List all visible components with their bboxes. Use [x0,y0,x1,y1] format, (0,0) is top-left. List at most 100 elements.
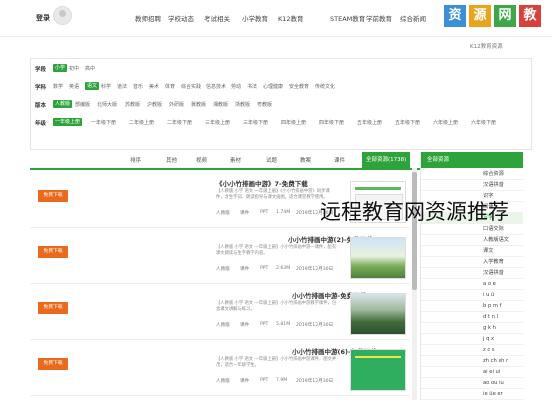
sidebar-item[interactable]: ai ei ui [421,367,523,378]
filter-option[interactable]: 四年级下册 [319,119,344,126]
brand-logo[interactable]: 资源网教 [443,4,543,30]
sidebar-item[interactable]: b p m f [421,301,523,312]
login-link[interactable]: 登录 [36,13,50,23]
scrollbar-thumb[interactable] [412,172,417,290]
meta-size: 2.63M [276,266,291,271]
tab-other[interactable]: 其他 [166,156,177,164]
filter-option[interactable]: 部编版 [75,101,90,108]
user-avatar-icon[interactable] [53,6,72,25]
filter-option[interactable]: 六年级下册 [471,119,496,126]
filter-option[interactable]: 二年级上册 [129,119,154,126]
filter-option[interactable]: 信息技术 [206,83,226,90]
filter-option[interactable]: 外研版 [169,101,184,108]
download-button[interactable]: 免费下载 [38,358,68,370]
brand-char: 资 [443,4,467,28]
result-thumbnail[interactable] [350,293,406,335]
meta-edition: 人教版 [216,379,230,384]
filter-option[interactable]: 小学 [53,64,68,72]
sidebar-item[interactable]: j q x [421,334,523,345]
nav-link[interactable]: 教师招聘 [135,13,161,23]
meta-edition: 人教版 [216,323,230,328]
sidebar-item[interactable]: 汉语拼音 [421,268,523,279]
nav-link[interactable]: K12教育 [278,13,304,23]
filter-option[interactable]: 五年级上册 [357,119,382,126]
meta-type: 课件 [240,379,250,384]
result-desc: 【人教版 小学 语文 一年级上册】《小小竹排画中游》同步课件，含生字词、朗读指导… [216,189,330,200]
sidebar-item[interactable]: g k h [421,323,523,334]
sidebar-item[interactable]: ie üe er [421,389,523,400]
sidebar-item[interactable]: ao ou iu [421,378,523,389]
filter-option[interactable]: 道法 [117,83,127,90]
filter-option[interactable]: 数学 [53,83,63,90]
meta-date: 2019年12月30日 [296,267,334,272]
sidebar-item[interactable]: 汉语拼音 [421,180,523,191]
filter-option[interactable]: 传统文化 [315,83,335,90]
sidebar-item[interactable]: a o e [421,279,523,290]
brand-char: 网 [493,4,517,28]
tab-courseware[interactable]: 课件 [334,156,345,164]
filter-option[interactable]: 沪教版 [147,101,162,108]
sidebar-item[interactable]: z c s [421,345,523,356]
filter-option[interactable]: 心理健康 [263,83,283,90]
filter-option[interactable]: 三年级下册 [243,119,268,126]
filter-option[interactable]: 北师大版 [97,101,117,108]
sidebar-item[interactable]: 课文 [421,246,523,257]
nav-link[interactable]: 小学教育 [242,13,268,23]
nav-link[interactable]: 学前教育 [366,13,392,23]
sidebar-item[interactable]: zh ch sh r [421,356,523,367]
nav-link[interactable]: 综合新闻 [400,13,426,23]
filter-option[interactable]: 书法 [247,83,257,90]
download-button[interactable]: 免费下载 [38,302,68,314]
nav-link[interactable]: 考试相关 [204,13,230,23]
filter-option[interactable]: 科学 [101,83,111,90]
nav-link[interactable]: 学校动态 [168,13,194,23]
result-thumbnail[interactable] [350,237,406,279]
filter-option[interactable]: 浙教版 [235,101,250,108]
nav-link[interactable]: STEAM教育 [330,13,365,23]
filter-option[interactable]: 英语 [69,83,79,90]
filter-option[interactable]: 美术 [149,83,159,90]
filter-option[interactable]: 一年级上册 [53,118,83,126]
tab-exam[interactable]: 试题 [266,156,277,164]
filter-label: 版本 [35,103,47,109]
tab-all[interactable]: 全部资源(1738) [362,152,411,168]
meta-size: 5.81M [276,322,291,327]
filter-option[interactable]: 四年级上册 [281,119,306,126]
sidebar-item[interactable]: 综合资源 [421,169,523,180]
result-title[interactable]: 《小小竹排画中游》7-免费下载 [216,178,308,188]
filter-option[interactable]: 安全教育 [289,83,309,90]
tab-material[interactable]: 素材 [230,156,241,164]
tab-video[interactable]: 视频 [196,156,207,164]
meta-type: 课件 [240,211,250,216]
filter-option[interactable]: 综合实践 [181,83,201,90]
filter-option[interactable]: 语文 [85,82,100,90]
filter-option[interactable]: 人教版 [53,100,73,108]
tab-lesson-plan[interactable]: 教案 [300,156,311,164]
filter-option[interactable]: 体育 [165,83,175,90]
download-button[interactable]: 免费下载 [38,246,68,258]
result-thumbnail[interactable] [350,349,406,391]
filter-option[interactable]: 三年级上册 [205,119,230,126]
filter-option[interactable]: 劳动 [231,83,241,90]
filter-option[interactable]: 二年级下册 [167,119,192,126]
sidebar-item[interactable]: 入学教育 [421,257,523,268]
filter-option[interactable]: 音乐 [133,83,143,90]
filter-option[interactable]: 冀教版 [191,101,206,108]
result-item: 免费下载 小小竹排画中游-免费下载 【人教版 小学 语文 一年级上册】小小竹排画… [30,284,410,340]
filter-option[interactable]: 高中 [85,65,95,72]
meta-format: PPT [260,210,269,215]
download-button[interactable]: 免费下载 [38,190,68,202]
sidebar-title[interactable]: 全部资源 [421,152,523,168]
filter-option[interactable]: 粤教版 [257,101,272,108]
filter-option[interactable]: 湘教版 [213,101,228,108]
filter-option[interactable]: 六年级上册 [433,119,458,126]
filter-option[interactable]: 初中 [69,65,79,72]
tab-sort[interactable]: 排序 [130,156,141,164]
meta-format: PPT [260,322,269,327]
sidebar-item[interactable]: i u ü [421,290,523,301]
filter-option[interactable]: 五年级下册 [395,119,420,126]
sidebar-item[interactable]: d t n l [421,312,523,323]
filter-option[interactable]: 一年级下册 [91,119,116,126]
filter-option[interactable]: 苏教版 [125,101,140,108]
sidebar-item[interactable]: 人教版语文 [421,235,523,246]
